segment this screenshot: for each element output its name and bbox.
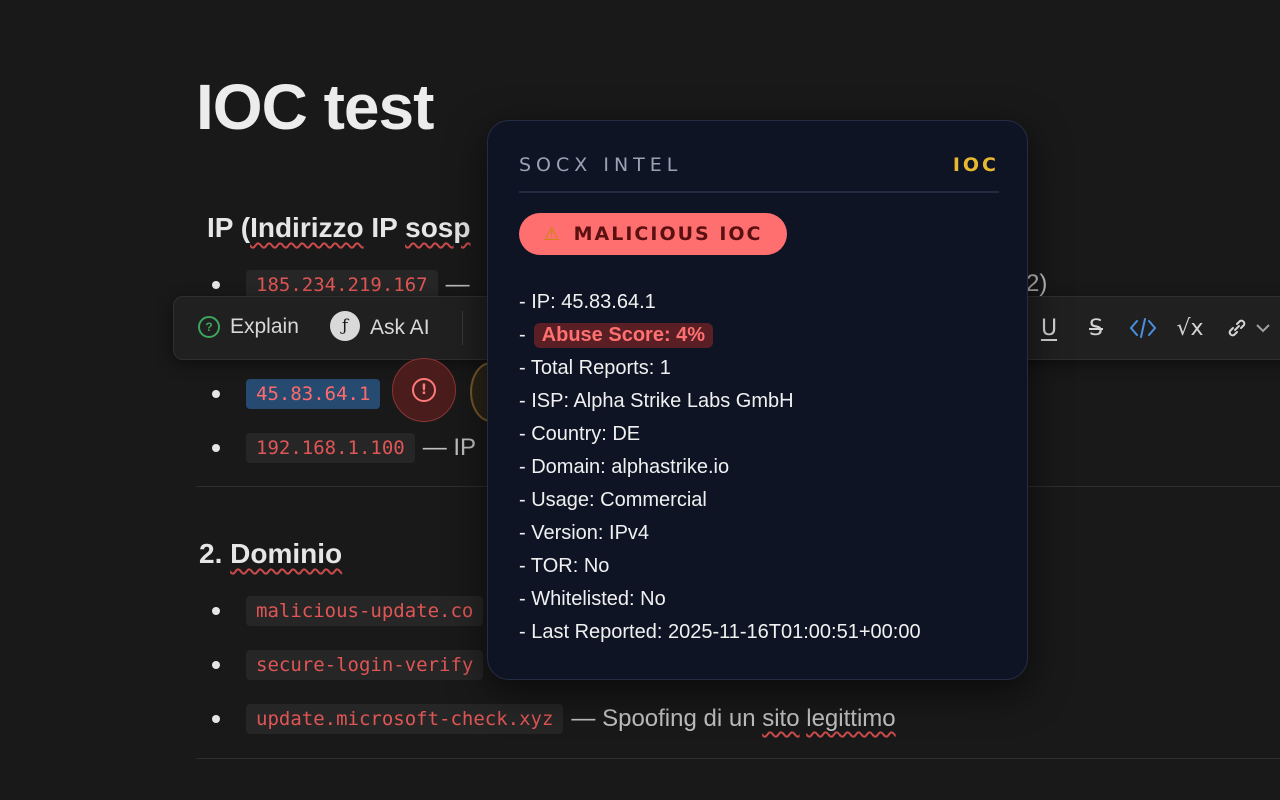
misspelled-word[interactable]: Dominio: [230, 538, 342, 569]
line-prefix: -: [519, 324, 526, 346]
list-item: 192.168.1.100 — IP: [212, 431, 476, 465]
detail-version: - Version: IPv4: [519, 522, 650, 544]
warning-icon: ⚠: [543, 223, 562, 245]
detail-last-reported: - Last Reported: 2025-11-16T01:00:51+00:…: [519, 621, 921, 643]
misspelled-word[interactable]: sosp: [405, 212, 470, 243]
list-item-text: — IP: [422, 434, 477, 461]
ask-ai-label: Ask AI: [370, 316, 430, 339]
section-heading-ip[interactable]: IP (Indirizzo IP sosp: [207, 212, 470, 244]
text-run: — Spoofing di un: [571, 705, 763, 732]
detail-country: - Country: DE: [519, 423, 641, 445]
inline-code[interactable]: malicious-update.co: [246, 596, 484, 626]
popup-brand: SOCX INTEL: [519, 154, 683, 176]
popup-tag: IOC: [952, 154, 999, 176]
popup-header: SOCX INTEL IOC: [519, 154, 999, 193]
list-item: malicious-update.co: [212, 594, 484, 628]
misspelled-word[interactable]: sito: [762, 705, 799, 732]
ai-face-icon: ƒ: [330, 311, 360, 341]
detail-whitelisted: - Whitelisted: No: [519, 588, 666, 610]
heading-text: IP (: [207, 212, 251, 243]
detail-ip: - IP: 45.83.64.1: [519, 291, 656, 313]
status-badge: ⚠ MALICIOUS IOC: [519, 213, 787, 255]
misspelled-word[interactable]: legittimo: [806, 705, 895, 732]
heading-text: 2.: [199, 538, 231, 569]
divider: [196, 758, 1280, 759]
detail-reports: - Total Reports: 1: [519, 357, 671, 379]
list-item: secure-login-verify: [212, 648, 484, 682]
bullet-dot: [212, 661, 220, 669]
detail-abuse-score: - Abuse Score: 4%: [519, 319, 921, 352]
detail-usage: - Usage: Commercial: [519, 489, 707, 511]
inline-code-selected[interactable]: 45.83.64.1: [246, 379, 381, 409]
math-icon[interactable]: √x: [1175, 313, 1205, 343]
chevron-down-icon[interactable]: [1248, 313, 1278, 343]
intel-details: - IP: 45.83.64.1 - Abuse Score: 4% - Tot…: [519, 286, 921, 649]
editor-page: IOC test IP (Indirizzo IP sosp 2) 185.23…: [0, 0, 1280, 800]
bullet-dot: [212, 607, 220, 615]
ask-ai-button[interactable]: ƒ Ask AI: [330, 311, 430, 341]
explain-label: Explain: [230, 315, 299, 338]
explain-button[interactable]: ? Explain: [198, 315, 299, 339]
misspelled-word[interactable]: Indirizzo: [250, 212, 364, 243]
underline-icon[interactable]: U: [1034, 313, 1064, 343]
bullet-dot: [212, 390, 220, 398]
status-label: MALICIOUS IOC: [573, 223, 763, 245]
help-circle-icon: ?: [198, 316, 220, 338]
list-item-text: — Spoofing di un sito legittimo: [571, 705, 895, 733]
strikethrough-icon[interactable]: S: [1081, 313, 1111, 343]
bullet-dot: [212, 444, 220, 452]
heading-text: IP: [363, 212, 406, 243]
page-title[interactable]: IOC test: [196, 70, 434, 144]
bullet-dot: [212, 281, 220, 289]
alert-icon: !: [412, 378, 436, 402]
inline-code[interactable]: 192.168.1.100: [246, 433, 415, 463]
bullet-dot: [212, 715, 220, 723]
abuse-score-badge: Abuse Score: 4%: [533, 323, 714, 348]
list-item: update.microsoft-check.xyz — Spoofing di…: [212, 702, 896, 736]
inline-code[interactable]: secure-login-verify: [246, 650, 484, 680]
inline-code[interactable]: update.microsoft-check.xyz: [246, 704, 564, 734]
detail-tor: - TOR: No: [519, 555, 610, 577]
socx-intel-popup: SOCX INTEL IOC ⚠ MALICIOUS IOC - IP: 45.…: [487, 120, 1028, 680]
list-item-text: —: [445, 271, 470, 298]
detail-isp: - ISP: Alpha Strike Labs GmbH: [519, 390, 794, 412]
section-heading-domain[interactable]: 2. Dominio: [199, 538, 342, 570]
toolbar-separator: [462, 311, 463, 345]
heading-peek-text: 2): [1026, 270, 1048, 297]
detail-domain: - Domain: alphastrike.io: [519, 456, 730, 478]
ioc-alert-button[interactable]: !: [392, 358, 456, 422]
code-icon[interactable]: [1128, 313, 1158, 343]
